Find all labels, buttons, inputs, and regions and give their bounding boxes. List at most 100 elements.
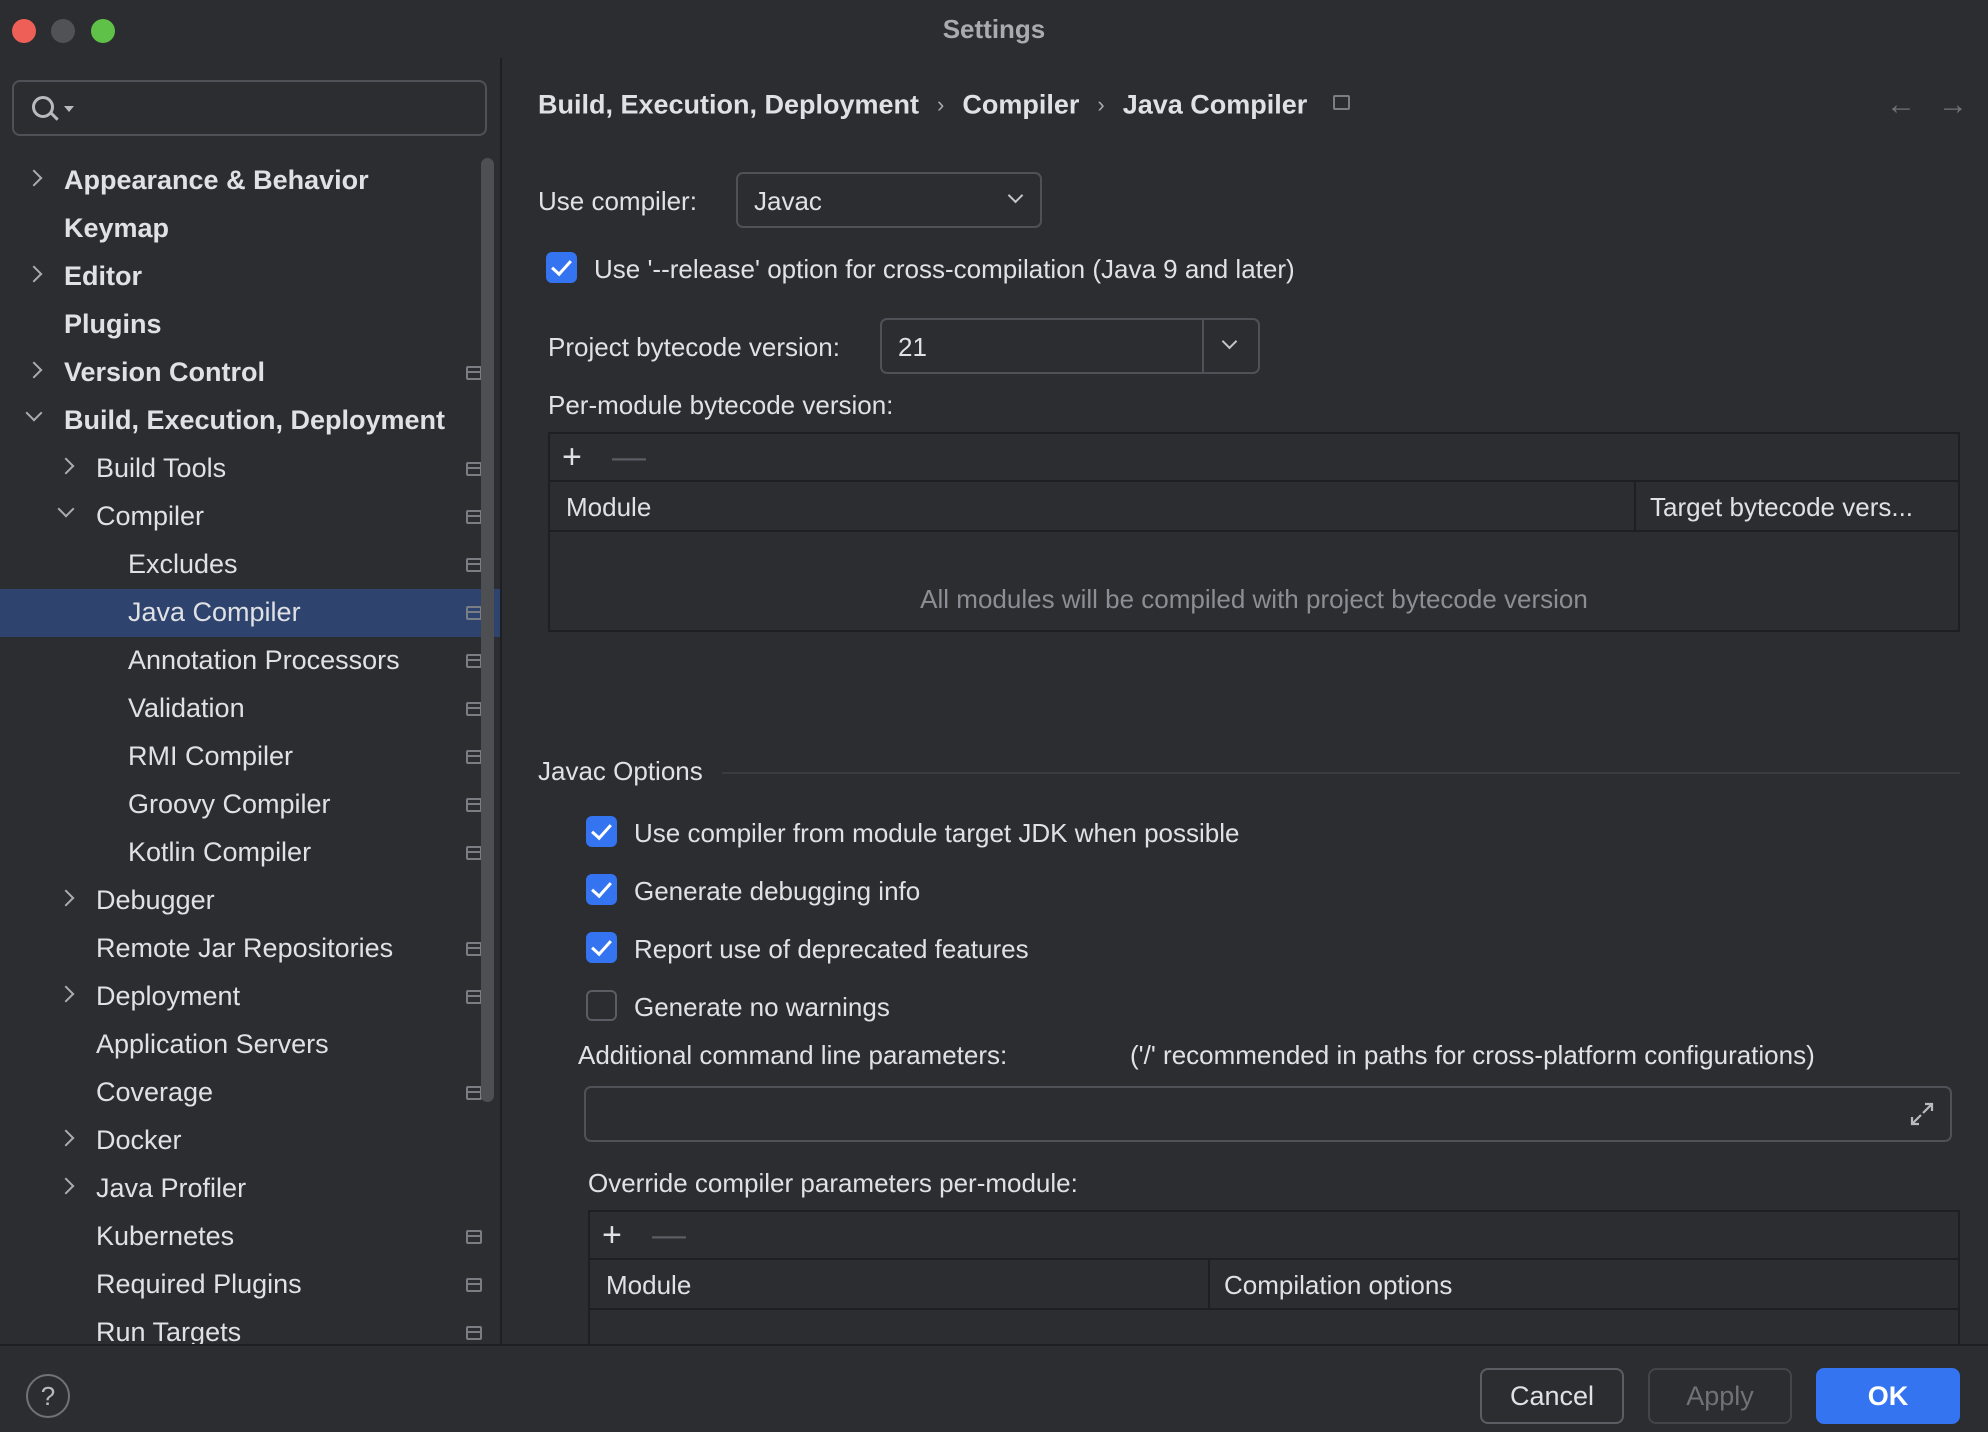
project-level-icon (466, 606, 482, 620)
table-header: Module Target bytecode vers... (550, 482, 1958, 532)
sidebar-item-label: Java Compiler (128, 597, 301, 627)
sidebar-item[interactable]: Groovy Compiler (0, 781, 500, 829)
sidebar-item[interactable]: Application Servers (0, 1021, 500, 1069)
use-compiler-dropdown[interactable]: Javac (736, 172, 1042, 228)
project-level-icon (466, 366, 482, 380)
sidebar-item[interactable]: Coverage (0, 1069, 500, 1117)
column-header-target-bytecode[interactable]: Target bytecode vers... (1650, 492, 1913, 523)
release-option-label[interactable]: Use '--release' option for cross-compila… (594, 254, 1295, 285)
column-divider[interactable] (1208, 1260, 1210, 1310)
sidebar-item[interactable]: Kotlin Compiler (0, 829, 500, 877)
javac-option-checkbox[interactable] (586, 990, 617, 1021)
sidebar-item[interactable]: Deployment (0, 973, 500, 1021)
project-level-icon (466, 702, 482, 716)
sidebar-item-label: Compiler (96, 501, 205, 531)
column-header-module[interactable]: Module (566, 492, 651, 523)
sidebar-item[interactable]: RMI Compiler (0, 733, 500, 781)
javac-option-label[interactable]: Generate no warnings (634, 992, 890, 1023)
expand-icon[interactable] (1908, 1100, 1936, 1128)
breadcrumb-item[interactable]: Build, Execution, Deployment (538, 89, 919, 119)
sidebar-item[interactable]: Annotation Processors (0, 637, 500, 685)
per-module-bytecode-label: Per-module bytecode version: (548, 390, 894, 420)
sidebar-item[interactable]: Build, Execution, Deployment (0, 397, 500, 445)
settings-search-input[interactable] (80, 92, 470, 124)
additional-params-hint: ('/' recommended in paths for cross-plat… (1130, 1040, 1815, 1070)
dialog-footer: ? Cancel Apply OK (0, 1344, 1988, 1432)
sidebar-item-label: Run Targets (96, 1317, 242, 1344)
javac-option-label[interactable]: Report use of deprecated features (634, 934, 1029, 965)
sidebar-item[interactable]: Remote Jar Repositories (0, 925, 500, 973)
javac-option-checkbox[interactable] (586, 816, 617, 847)
forward-arrow-icon[interactable]: → (1938, 88, 1968, 122)
chevron-right-icon[interactable] (57, 1129, 75, 1147)
add-icon[interactable]: + (602, 1218, 622, 1252)
sidebar-item[interactable]: Java Profiler (0, 1165, 500, 1213)
sidebar-item[interactable]: Compiler (0, 493, 500, 541)
search-icon (32, 96, 54, 118)
column-header-compilation-options[interactable]: Compilation options (1224, 1270, 1452, 1301)
chevron-right-icon[interactable] (57, 889, 75, 907)
sidebar-item[interactable]: Debugger (0, 877, 500, 925)
additional-params-input[interactable] (600, 1098, 1880, 1132)
sidebar-item[interactable]: Excludes (0, 541, 500, 589)
project-bytecode-label: Project bytecode version: (548, 332, 840, 362)
project-bytecode-value[interactable]: 21 (898, 332, 927, 363)
breadcrumb-item[interactable]: Compiler (962, 89, 1079, 119)
sidebar-item-label: RMI Compiler (128, 741, 294, 771)
chevron-right-icon[interactable] (25, 265, 43, 283)
column-header-module[interactable]: Module (606, 1270, 691, 1301)
sidebar-item[interactable]: Plugins (0, 301, 500, 349)
window-title: Settings (942, 14, 1046, 44)
sidebar-item[interactable]: Required Plugins (0, 1261, 500, 1309)
ok-button[interactable]: OK (1816, 1368, 1960, 1424)
sidebar-item[interactable]: Docker (0, 1117, 500, 1165)
sidebar-item[interactable]: Appearance & Behavior (0, 157, 500, 205)
sidebar-item[interactable]: Validation (0, 685, 500, 733)
project-bytecode-combobox[interactable]: 21 (880, 318, 1260, 374)
chevron-down-icon[interactable] (25, 404, 43, 422)
javac-option-checkbox[interactable] (586, 932, 617, 963)
project-level-icon (466, 1230, 482, 1244)
use-compiler-label: Use compiler: (538, 186, 697, 216)
chevron-right-icon[interactable] (57, 1177, 75, 1195)
settings-main-panel: Build, Execution, Deployment › Compiler › Ja… (504, 58, 1988, 1344)
sidebar-item-label: Build, Execution, Deployment (64, 405, 446, 435)
sidebar-item[interactable]: Kubernetes (0, 1213, 500, 1261)
chevron-down-icon (1007, 187, 1024, 204)
sidebar-item[interactable]: Run Targets (0, 1309, 500, 1344)
search-options-caret-icon[interactable] (64, 106, 74, 112)
table-toolbar: + — (550, 434, 1958, 482)
apply-button[interactable]: Apply (1648, 1368, 1792, 1424)
additional-params-field[interactable] (584, 1086, 1952, 1142)
remove-icon[interactable]: — (652, 1218, 686, 1252)
column-divider[interactable] (1634, 482, 1636, 532)
javac-option-label[interactable]: Use compiler from module target JDK when… (634, 818, 1239, 849)
sidebar-item[interactable]: Version Control (0, 349, 500, 397)
add-icon[interactable]: + (562, 440, 582, 474)
sidebar-item[interactable]: Editor (0, 253, 500, 301)
settings-search-box[interactable] (12, 80, 487, 136)
breadcrumb-separator-icon: › (937, 91, 945, 117)
remove-icon[interactable]: — (612, 440, 646, 474)
back-arrow-icon[interactable]: ← (1886, 88, 1916, 122)
chevron-down-icon[interactable] (57, 500, 75, 518)
help-button[interactable]: ? (26, 1374, 70, 1418)
sidebar-item[interactable]: Build Tools (0, 445, 500, 493)
sidebar-item[interactable]: Keymap (0, 205, 500, 253)
section-divider (722, 772, 1960, 774)
release-option-checkbox[interactable] (546, 252, 577, 283)
javac-option-checkbox[interactable] (586, 874, 617, 905)
project-level-icon (1333, 95, 1351, 111)
empty-table-message: All modules will be compiled with projec… (920, 584, 1588, 614)
chevron-down-icon[interactable] (1221, 333, 1238, 350)
javac-option-label[interactable]: Generate debugging info (634, 876, 920, 907)
settings-window: Settings Appearance & Behavior Keymap Edit… (0, 0, 1988, 1432)
sidebar-scrollbar[interactable] (481, 158, 494, 1102)
project-level-icon (466, 1326, 482, 1340)
chevron-right-icon[interactable] (57, 457, 75, 475)
cancel-button[interactable]: Cancel (1480, 1368, 1624, 1424)
chevron-right-icon[interactable] (57, 985, 75, 1003)
chevron-right-icon[interactable] (25, 169, 43, 187)
sidebar-item[interactable]: Java Compiler (0, 589, 500, 637)
chevron-right-icon[interactable] (25, 361, 43, 379)
